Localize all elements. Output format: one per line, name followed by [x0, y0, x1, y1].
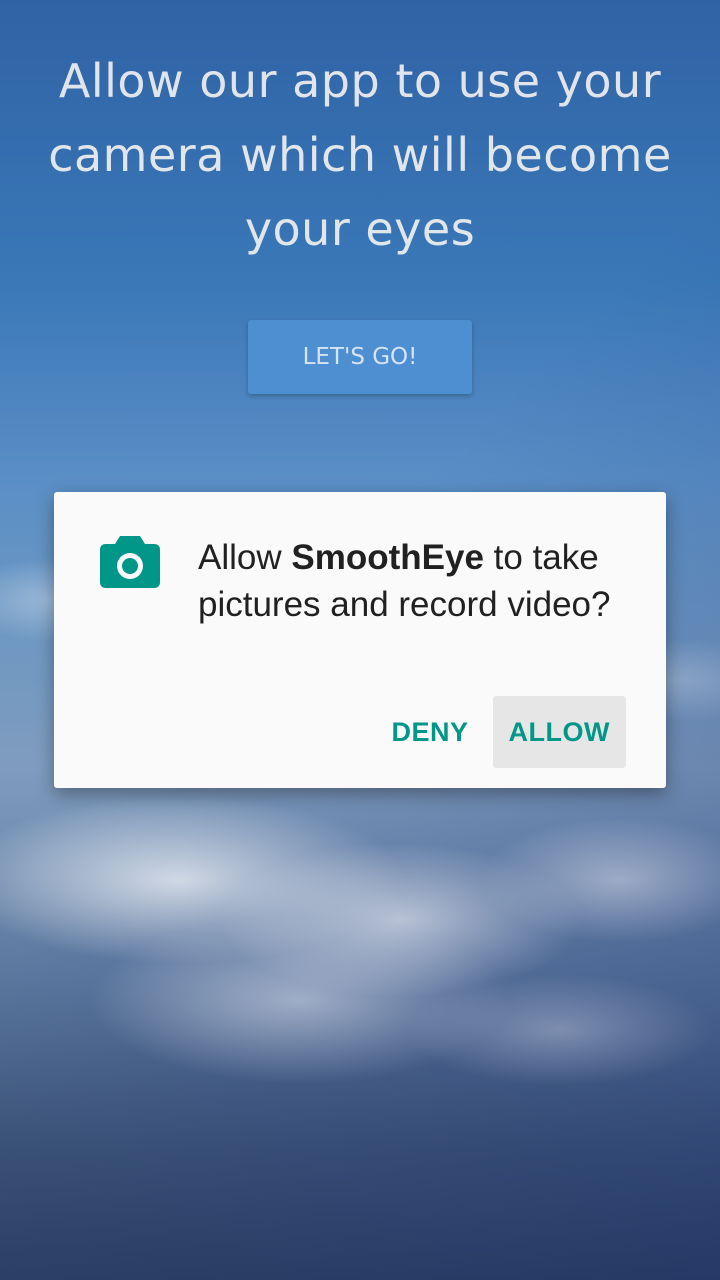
onboarding-headline: Allow our app to use your camera which w… [48, 54, 672, 256]
dialog-actions: DENY ALLOW [376, 696, 626, 768]
permission-dialog: Allow SmoothEye to take pictures and rec… [54, 492, 666, 788]
camera-icon [100, 536, 160, 588]
allow-button[interactable]: ALLOW [492, 696, 626, 768]
app-name: SmoothEye [291, 538, 484, 577]
lets-go-button[interactable]: LET'S GO! [248, 320, 472, 394]
message-prefix: Allow [198, 538, 282, 577]
deny-button[interactable]: DENY [376, 696, 485, 768]
permission-message: Allow SmoothEye to take pictures and rec… [198, 534, 648, 628]
